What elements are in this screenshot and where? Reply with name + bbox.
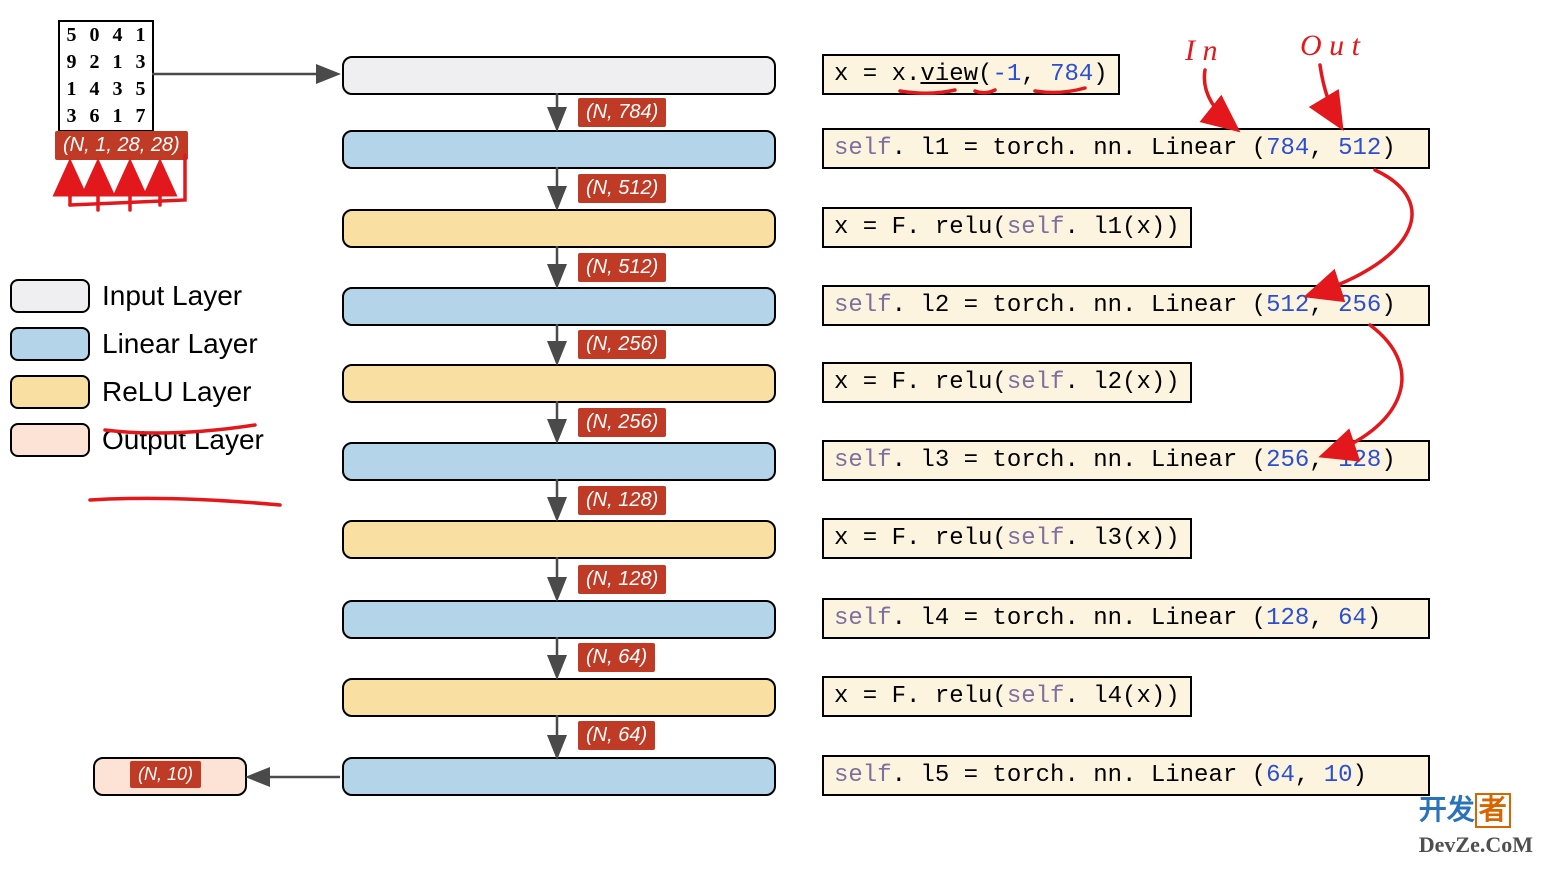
digit: 3: [106, 76, 129, 103]
shape-tag: (N, 512): [578, 174, 666, 203]
digit: 4: [106, 22, 129, 49]
input-shape-tag: (N, 1, 28, 28): [55, 131, 188, 160]
digit: 7: [129, 103, 152, 130]
layer-linear-1: [342, 130, 776, 169]
shape-tag: (N, 256): [578, 330, 666, 359]
code-r2: x = F. relu(self. l2(x)): [822, 362, 1192, 403]
code-r3: x = F. relu(self. l3(x)): [822, 518, 1192, 559]
digit: 1: [106, 103, 129, 130]
code-l1: self. l1 = torch. nn. Linear (784, 512): [822, 128, 1430, 169]
code-l4: self. l4 = torch. nn. Linear (128, 64): [822, 598, 1430, 639]
shape-tag: (N, 512): [578, 253, 666, 282]
digit: 1: [60, 76, 83, 103]
layer-relu-3: [342, 520, 776, 559]
annotation-in: I n: [1184, 34, 1218, 67]
legend-label-input: Input Layer: [102, 280, 242, 312]
legend-label-linear: Linear Layer: [102, 328, 258, 360]
code-l3: self. l3 = torch. nn. Linear (256, 128): [822, 440, 1430, 481]
code-l2: self. l2 = torch. nn. Linear (512, 256): [822, 285, 1430, 326]
legend: Input Layer Linear Layer ReLU Layer Outp…: [10, 265, 264, 471]
layer-input: [342, 56, 776, 95]
shape-tag: (N, 128): [578, 486, 666, 515]
shape-tag: (N, 784): [578, 98, 666, 127]
digit: 1: [129, 22, 152, 49]
annotation-out: O u t: [1300, 29, 1361, 62]
layer-linear-2: [342, 287, 776, 326]
shape-tag: (N, 64): [578, 643, 655, 672]
digit: 5: [129, 76, 152, 103]
digit: 4: [83, 76, 106, 103]
output-shape-tag: (N, 10): [130, 761, 201, 788]
digit: 0: [83, 22, 106, 49]
legend-swatch-linear: [10, 327, 90, 361]
legend-label-relu: ReLU Layer: [102, 376, 251, 408]
digit: 1: [106, 49, 129, 76]
layer-linear-4: [342, 600, 776, 639]
digit: 9: [60, 49, 83, 76]
digit: 5: [60, 22, 83, 49]
layer-relu-4: [342, 678, 776, 717]
layer-linear-5: [342, 757, 776, 796]
shape-tag: (N, 64): [578, 721, 655, 750]
watermark-logo: 开发者 DevZe.CoM: [1419, 788, 1533, 860]
layer-linear-3: [342, 442, 776, 481]
code-l5: self. l5 = torch. nn. Linear (64, 10): [822, 755, 1430, 796]
layer-relu-2: [342, 364, 776, 403]
shape-tag: (N, 256): [578, 408, 666, 437]
code-r1: x = F. relu(self. l1(x)): [822, 207, 1192, 248]
layer-relu-1: [342, 209, 776, 248]
digit: 6: [83, 103, 106, 130]
digit: 3: [60, 103, 83, 130]
legend-swatch-relu: [10, 375, 90, 409]
digit: 2: [83, 49, 106, 76]
code-view: x = x.view(-1, 784): [822, 54, 1120, 95]
shape-tag: (N, 128): [578, 565, 666, 594]
code-r4: x = F. relu(self. l4(x)): [822, 676, 1192, 717]
legend-swatch-output: [10, 423, 90, 457]
digit: 3: [129, 49, 152, 76]
legend-label-output: Output Layer: [102, 424, 264, 456]
mnist-digit-grid: 5 0 4 1 9 2 1 3 1 4 3 5 3 6 1 7: [58, 20, 154, 132]
legend-swatch-input: [10, 279, 90, 313]
